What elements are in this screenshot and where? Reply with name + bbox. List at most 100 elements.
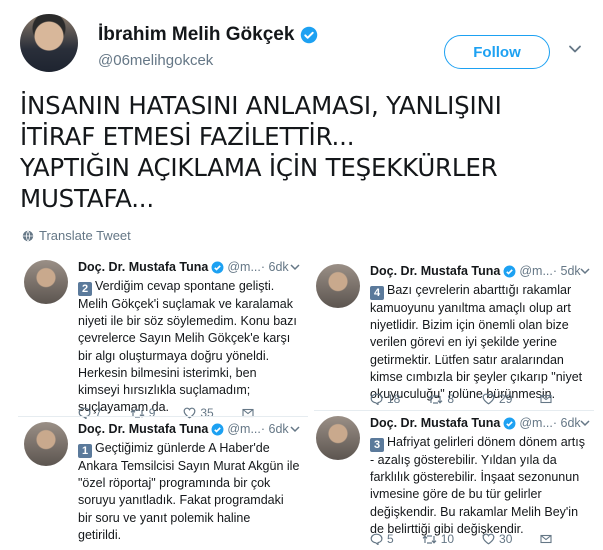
embedded-line: bir algı oluşturmaya doğru yöneldi. — [78, 348, 270, 363]
embedded-line: farklılık gösterebilir. İnşaat sezonunun — [370, 470, 580, 485]
embedded-line: Ankara Temsilcisi Sayın Murat Akgün ile — [78, 459, 300, 473]
embedded-tweet: Doç. Dr. Mustafa Tuna @m... · 6dk 3 Hafri… — [316, 416, 594, 550]
embedded-actions: 5 10 30 — [370, 532, 552, 546]
embedded-line: verilen görevi en iyi şekilde yerine — [370, 335, 557, 350]
embedded-tweet-body: 3 Hafriyat gelirleri dönem dönem artış - … — [370, 434, 585, 538]
like-count: 35 — [200, 406, 214, 420]
reply-count: 5 — [387, 532, 394, 546]
retweet-action: 9 — [130, 406, 156, 420]
embedded-handle: @m... — [519, 264, 553, 278]
embedded-author-name: Doç. Dr. Mustafa Tuna — [370, 416, 501, 430]
attached-image[interactable]: Doç. Dr. Mustafa Tuna @m... · 6dk 2 Verdi… — [18, 250, 596, 550]
retweet-icon — [422, 534, 437, 544]
embedded-handle: @m... — [519, 416, 553, 430]
mail-icon — [540, 394, 552, 404]
reply-icon — [78, 407, 91, 419]
embedded-author-name: Doç. Dr. Mustafa Tuna — [78, 260, 209, 274]
mail-icon — [242, 408, 254, 418]
heart-icon — [482, 533, 495, 545]
tweet-line: İNSANIN HATASINI ANLAMASI, YANLIŞINI — [20, 91, 502, 120]
embedded-line: kimseyi hırsızlıkla suçlamadım; — [78, 383, 251, 398]
embedded-author-name: Doç. Dr. Mustafa Tuna — [78, 422, 209, 436]
embedded-line: değişkendir. Bu rakamlar Melih Bey'in — [370, 504, 579, 519]
embedded-line: getirmektir. Lütfen satır aralarından — [370, 352, 564, 367]
chevron-down-icon — [290, 264, 300, 271]
embedded-line: niyeti ile bir söz söylemedim. Konu bazı — [78, 314, 297, 329]
reply-action: 7 — [78, 406, 102, 420]
number-badge: 3 — [370, 438, 384, 452]
number-badge: 2 — [78, 282, 92, 296]
verified-badge-icon — [503, 265, 516, 277]
retweet-icon — [428, 394, 443, 404]
translate-tweet-link[interactable]: Translate Tweet — [22, 228, 131, 243]
embedded-line: Geçtiğimiz günlerde A Haber'de — [95, 441, 270, 455]
verified-badge-icon — [211, 261, 224, 273]
chevron-down-icon — [580, 420, 590, 427]
heart-icon — [482, 393, 495, 405]
retweet-action: 10 — [422, 532, 454, 546]
embedded-line: soruyu yanıtladık. Fakat programdaki — [78, 493, 284, 508]
embedded-line: Verdiğim cevap spontane gelişti. — [95, 279, 275, 293]
embedded-tweet: Doç. Dr. Mustafa Tuna @m... · 6dk 2 Verdi… — [24, 260, 304, 420]
like-action: 35 — [183, 406, 214, 420]
embedded-tweet: Doç. Dr. Mustafa Tuna @m... · 6dk 1 Geçti… — [24, 422, 304, 550]
embedded-avatar — [316, 264, 360, 308]
tweet-header: İbrahim Melih Gökçek @06melihgokcek Foll… — [20, 14, 590, 76]
like-action: 30 — [482, 532, 512, 546]
embedded-line: ivmesine göre de bu tür gelirler — [370, 487, 542, 502]
embedded-tweet-meta: Doç. Dr. Mustafa Tuna @m... · 6dk — [370, 416, 581, 430]
embedded-tweet-meta: Doç. Dr. Mustafa Tuna @m... · 6dk — [78, 260, 289, 274]
follow-button[interactable]: Follow — [444, 35, 550, 69]
reply-icon — [370, 533, 383, 545]
verified-badge-icon — [211, 423, 224, 435]
embedded-line: çevrelerce Sayın Melih Gökçek'e karşı — [78, 331, 291, 346]
embedded-tweet: Doç. Dr. Mustafa Tuna @m... · 5dk 4 Bazı … — [316, 264, 594, 406]
mail-icon — [540, 534, 552, 544]
embedded-tweet-body: 4 Bazı çevrelerin abarttığı rakamlar kamu… — [370, 282, 582, 403]
globe-icon — [22, 230, 34, 241]
embedded-time: · 6dk — [260, 260, 289, 274]
retweet-count: 8 — [447, 392, 455, 406]
author-handle[interactable]: @06melihgokcek — [98, 52, 213, 69]
reply-count: 18 — [387, 392, 401, 406]
embedded-line: "özel röportaj" programında bir çok — [78, 476, 271, 491]
embedded-line: bir soru ve yanıt polemik haline — [78, 510, 251, 525]
like-action: 29 — [482, 392, 512, 406]
retweet-count: 9 — [148, 406, 156, 420]
retweet-action: 8 — [428, 392, 454, 406]
like-count: 29 — [499, 392, 513, 406]
number-badge: 4 — [370, 286, 384, 300]
embedded-actions: 18 8 29 — [370, 392, 552, 406]
chevron-down-icon[interactable] — [568, 42, 582, 56]
reply-action: 5 — [370, 532, 394, 546]
embedded-line: - azalış gösterebilir. Yıldan yıla da — [370, 453, 557, 467]
reply-action: 18 — [370, 392, 400, 406]
reply-count: 7 — [95, 406, 102, 420]
heart-icon — [183, 407, 196, 419]
embedded-time: · 5dk — [552, 264, 581, 278]
embedded-tweet-meta: Doç. Dr. Mustafa Tuna @m... · 5dk — [370, 264, 581, 278]
number-badge: 1 — [78, 444, 92, 458]
embedded-avatar — [24, 422, 68, 466]
chevron-down-icon — [580, 268, 590, 275]
embedded-line: niyetlidir. Bizim için önemli olan bize — [370, 318, 569, 333]
embedded-time: · 6dk — [260, 422, 289, 436]
divider — [314, 410, 594, 411]
author-avatar[interactable] — [20, 14, 78, 72]
tweet-line: MUSTAFA... — [20, 184, 154, 213]
reply-icon — [370, 393, 383, 405]
embedded-tweet-meta: Doç. Dr. Mustafa Tuna @m... · 6dk — [78, 422, 289, 436]
chevron-down-icon — [290, 426, 300, 433]
author-name-row[interactable]: İbrahim Melih Gökçek — [98, 24, 318, 46]
embedded-tweet-body: 1 Geçtiğimiz günlerde A Haber'de Ankara T… — [78, 440, 299, 544]
tweet-line: YAPTIĞIN AÇIKLAMA İÇİN TEŞEKKÜRLER — [20, 153, 498, 182]
divider — [18, 416, 308, 417]
embedded-actions: 7 9 35 — [78, 406, 254, 420]
translate-label[interactable]: Translate Tweet — [39, 228, 131, 243]
author-name[interactable]: İbrahim Melih Gökçek — [98, 24, 294, 46]
embedded-line: kimse cımbızla bir şeyler çıkarıp "niyet — [370, 369, 583, 384]
like-count: 30 — [499, 532, 513, 546]
verified-badge-icon — [301, 26, 318, 44]
verified-badge-icon — [503, 417, 516, 429]
embedded-handle: @m... — [227, 260, 261, 274]
